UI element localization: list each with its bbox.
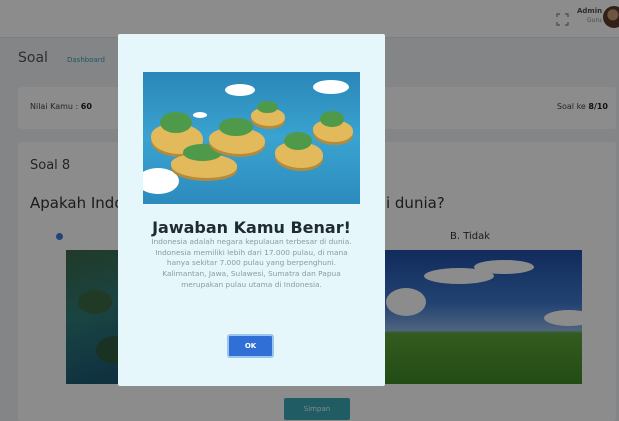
cloud [193,112,207,118]
island [171,144,237,178]
cloud [143,168,179,194]
cloud [313,80,349,94]
island [275,131,323,168]
island [313,111,353,142]
archipelago-illustration [143,72,360,204]
modal-explanation: Indonesia adalah negara kepulauan terbes… [151,237,352,289]
cloud [225,84,255,96]
modal-title: Jawaban Kamu Benar! [152,218,351,237]
island [251,100,285,126]
ok-button[interactable]: OK [227,334,274,358]
answer-feedback-modal: Jawaban Kamu Benar! Indonesia adalah neg… [118,34,385,386]
